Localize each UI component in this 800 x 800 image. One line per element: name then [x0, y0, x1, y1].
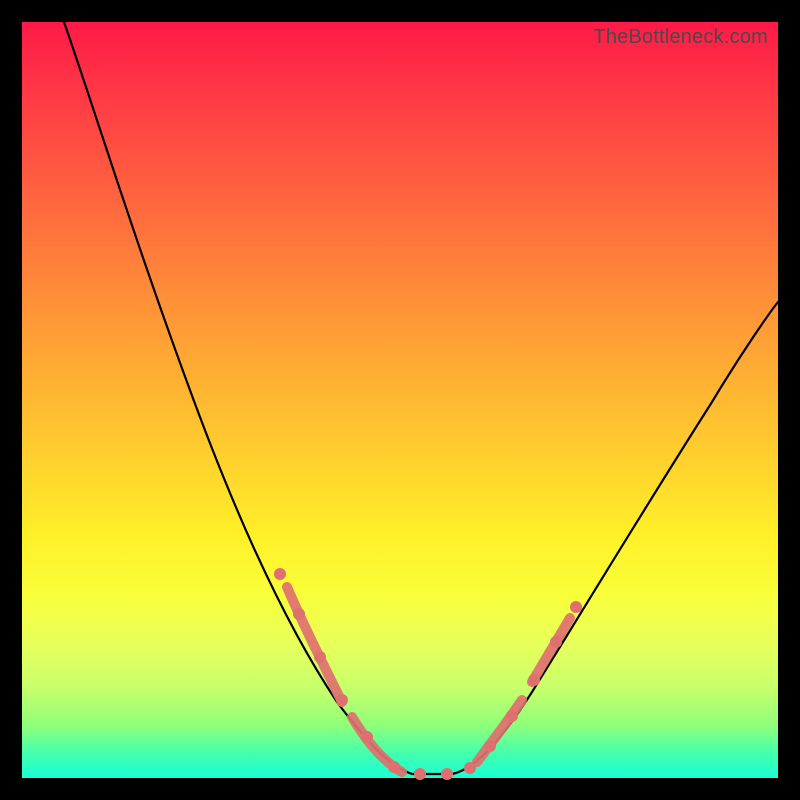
left-highlight-group — [274, 568, 453, 780]
left-marker-dot — [361, 731, 373, 743]
left-marker-dot — [388, 761, 400, 773]
right-marker-seg — [477, 700, 522, 762]
right-marker-dot — [570, 601, 582, 613]
right-highlight-group — [464, 601, 582, 774]
left-marker-dot — [336, 694, 348, 706]
left-marker-seg — [287, 587, 342, 702]
right-marker-dot — [464, 762, 476, 774]
left-marker-dot — [293, 608, 305, 620]
left-marker-dot — [314, 651, 326, 663]
bottleneck-curve — [64, 22, 778, 774]
right-marker-dot — [506, 710, 518, 722]
right-marker-seg-2 — [532, 618, 570, 682]
right-marker-dot — [484, 740, 496, 752]
right-marker-dot — [550, 636, 562, 648]
left-marker-dot — [414, 768, 426, 780]
chart-svg — [22, 22, 778, 778]
plot-area: TheBottleneck.com — [22, 22, 778, 778]
chart-frame: TheBottleneck.com — [0, 0, 800, 800]
right-marker-dot — [528, 674, 540, 686]
left-marker-dot — [441, 768, 453, 780]
left-marker-dot — [274, 568, 286, 580]
